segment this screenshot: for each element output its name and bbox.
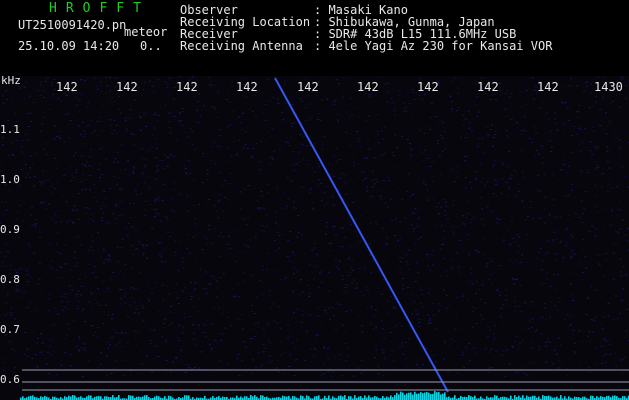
x-tick-label: 142	[116, 80, 138, 94]
info-value: : 4ele Yagi Az 230 for Kansai VOR	[314, 39, 553, 53]
spectrogram-canvas	[0, 76, 629, 400]
audio-level-strip	[20, 391, 629, 400]
x-tick-label: 142	[357, 80, 379, 94]
spectrogram-plot	[0, 76, 629, 400]
y-tick-label: 0.8	[0, 273, 20, 286]
date-time: 25.10.09 14:20	[18, 39, 120, 53]
x-tick-label: 142	[537, 80, 559, 94]
x-tick-label: 142	[56, 80, 78, 94]
y-tick-label: 0.9	[0, 223, 20, 236]
y-tick-label: 0.7	[0, 323, 20, 336]
y-tick-label: 1.1	[0, 123, 20, 136]
x-tick-label: 142	[417, 80, 439, 94]
frequency-unit-label: kHz	[1, 74, 21, 87]
x-tick-label: 142	[477, 80, 499, 94]
info-label: Receiving Antenna	[180, 39, 303, 53]
detection-type: meteor	[124, 25, 168, 39]
header-panel: HROFFT UT2510091420.pn meteor 25.10.09 1…	[0, 0, 629, 76]
x-tick-label: 142	[236, 80, 258, 94]
file-name: UT2510091420.pn	[18, 18, 127, 32]
x-tick-label: 1430	[594, 80, 623, 94]
info-row-antenna: Receiving Antenna : 4ele Yagi Az 230 for …	[180, 40, 552, 52]
detection-count: 0..	[140, 39, 162, 53]
y-tick-label: 1.0	[0, 173, 20, 186]
x-tick-label: 142	[176, 80, 198, 94]
x-tick-label: 142	[297, 80, 319, 94]
noise-field	[0, 76, 629, 377]
app-title: HROFFT	[49, 1, 150, 16]
station-info: Observer: Masaki Kano Receiving Location…	[180, 4, 552, 52]
y-tick-label: 0.6	[0, 373, 20, 386]
